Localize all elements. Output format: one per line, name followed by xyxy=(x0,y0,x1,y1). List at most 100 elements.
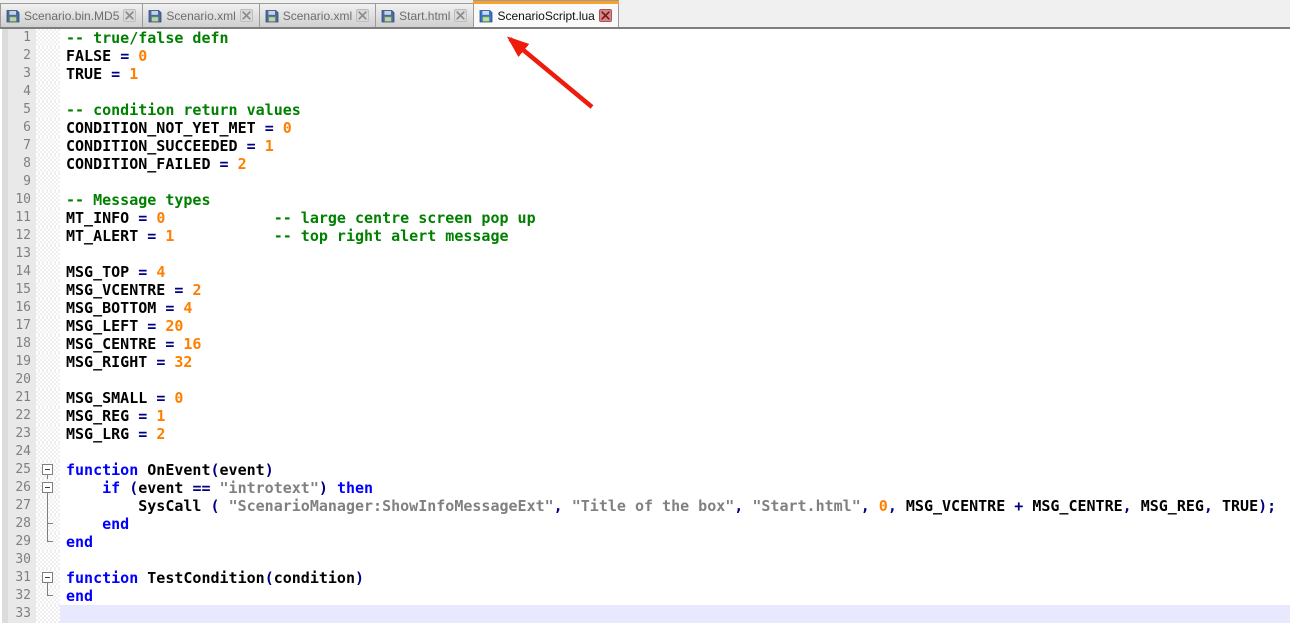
code-text[interactable]: end xyxy=(60,533,1290,551)
fold-margin[interactable] xyxy=(36,587,60,605)
fold-margin[interactable] xyxy=(36,569,60,587)
code-line[interactable]: 18 MSG_CENTRE = 16 xyxy=(0,335,1290,353)
line-number: 29 xyxy=(0,533,36,551)
code-text[interactable]: CONDITION_NOT_YET_MET = 0 xyxy=(60,119,1290,137)
code-text[interactable] xyxy=(60,371,1290,389)
tab-scenario-bin-md5[interactable]: Scenario.bin.MD5 xyxy=(0,3,144,27)
code-line[interactable]: 3 TRUE = 1 xyxy=(0,65,1290,83)
line-number: 24 xyxy=(0,443,36,461)
line-number: 8 xyxy=(0,155,36,173)
code-token-ident: MSG_TOP xyxy=(66,263,139,281)
code-text[interactable]: function OnEvent(event) xyxy=(60,461,1290,479)
close-icon[interactable] xyxy=(598,9,612,22)
code-text[interactable]: MSG_BOTTOM = 4 xyxy=(60,299,1290,317)
tab-bar: Scenario.bin.MD5 Scenario.xml Scenario.x… xyxy=(0,0,1290,29)
fold-margin[interactable] xyxy=(36,497,60,515)
code-text[interactable]: end xyxy=(60,587,1290,605)
code-line[interactable]: 23 MSG_LRG = 2 xyxy=(0,425,1290,443)
code-text[interactable] xyxy=(60,551,1290,569)
code-line[interactable]: 27 SysCall ( "ScenarioManager:ShowInfoMe… xyxy=(0,497,1290,515)
code-line[interactable]: 14 MSG_TOP = 4 xyxy=(0,263,1290,281)
tab-start-html[interactable]: Start.html xyxy=(375,3,475,27)
code-line[interactable]: 6 CONDITION_NOT_YET_MET = 0 xyxy=(0,119,1290,137)
code-line[interactable]: 19 MSG_RIGHT = 32 xyxy=(0,353,1290,371)
code-line[interactable]: 33 xyxy=(0,605,1290,623)
code-token-ident: MT_ALERT xyxy=(66,227,148,245)
code-text[interactable]: MT_ALERT = 1 -- top right alert message xyxy=(60,227,1290,245)
code-line[interactable]: 22 MSG_REG = 1 xyxy=(0,407,1290,425)
code-text[interactable] xyxy=(60,245,1290,263)
code-text[interactable]: -- Message types xyxy=(60,191,1290,209)
close-icon[interactable] xyxy=(356,9,370,22)
code-text[interactable]: MSG_SMALL = 0 xyxy=(60,389,1290,407)
code-text[interactable] xyxy=(60,443,1290,461)
fold-margin xyxy=(36,281,60,299)
code-line[interactable]: 28 end xyxy=(0,515,1290,533)
fold-margin xyxy=(36,47,60,65)
code-line[interactable]: 30 xyxy=(0,551,1290,569)
code-line[interactable]: 25 function OnEvent(event) xyxy=(0,461,1290,479)
code-text[interactable]: FALSE = 0 xyxy=(60,47,1290,65)
code-token-operator: ) xyxy=(318,479,328,497)
code-line[interactable]: 4 xyxy=(0,83,1290,101)
code-text[interactable] xyxy=(60,605,1290,623)
code-line[interactable]: 7 CONDITION_SUCCEEDED = 1 xyxy=(0,137,1290,155)
code-line[interactable]: 26 if (event == "introtext") then xyxy=(0,479,1290,497)
code-text[interactable]: MSG_LRG = 2 xyxy=(60,425,1290,443)
code-line[interactable]: 13 xyxy=(0,245,1290,263)
fold-margin[interactable] xyxy=(36,461,60,479)
code-text[interactable]: MSG_REG = 1 xyxy=(60,407,1290,425)
code-text[interactable]: MT_INFO = 0 -- large centre screen pop u… xyxy=(60,209,1290,227)
code-line[interactable]: 17 MSG_LEFT = 20 xyxy=(0,317,1290,335)
code-line[interactable]: 10 -- Message types xyxy=(0,191,1290,209)
code-line[interactable]: 16 MSG_BOTTOM = 4 xyxy=(0,299,1290,317)
code-text[interactable]: TRUE = 1 xyxy=(60,65,1290,83)
fold-margin[interactable] xyxy=(36,479,60,497)
code-text[interactable]: -- true/false defn xyxy=(60,29,1290,47)
close-icon[interactable] xyxy=(123,9,137,22)
code-text[interactable]: MSG_LEFT = 20 xyxy=(60,317,1290,335)
code-line[interactable]: 29 end xyxy=(0,533,1290,551)
fold-margin[interactable] xyxy=(36,515,60,533)
code-text[interactable]: MSG_TOP = 4 xyxy=(60,263,1290,281)
code-line[interactable]: 24 xyxy=(0,443,1290,461)
fold-margin[interactable] xyxy=(36,533,60,551)
code-line[interactable]: 15 MSG_VCENTRE = 2 xyxy=(0,281,1290,299)
editor-surface[interactable]: 1 -- true/false defn 2 FALSE = 0 3 TRUE … xyxy=(0,29,1290,623)
tab-scenarioscript-lua[interactable]: ScenarioScript.lua xyxy=(473,0,620,27)
close-icon[interactable] xyxy=(454,9,468,22)
code-line[interactable]: 8 CONDITION_FAILED = 2 xyxy=(0,155,1290,173)
code-text[interactable]: function TestCondition(condition) xyxy=(60,569,1290,587)
code-text[interactable]: MSG_VCENTRE = 2 xyxy=(60,281,1290,299)
code-text[interactable] xyxy=(60,83,1290,101)
code-line[interactable]: 31 function TestCondition(condition) xyxy=(0,569,1290,587)
code-token-operator: + xyxy=(1014,497,1033,515)
code-line[interactable]: 12 MT_ALERT = 1 -- top right alert messa… xyxy=(0,227,1290,245)
code-line[interactable]: 2 FALSE = 0 xyxy=(0,47,1290,65)
code-text[interactable]: MSG_RIGHT = 32 xyxy=(60,353,1290,371)
code-text[interactable]: end xyxy=(60,515,1290,533)
line-number: 12 xyxy=(0,227,36,245)
line-number: 22 xyxy=(0,407,36,425)
code-line[interactable]: 5 -- condition return values xyxy=(0,101,1290,119)
fold-open-marker xyxy=(36,569,60,587)
code-line[interactable]: 9 xyxy=(0,173,1290,191)
code-line[interactable]: 11 MT_INFO = 0 -- large centre screen po… xyxy=(0,209,1290,227)
tab-scenario-xml[interactable]: Scenario.xml xyxy=(258,3,377,27)
close-icon[interactable] xyxy=(239,9,253,22)
code-text[interactable]: if (event == "introtext") then xyxy=(60,479,1290,497)
code-line[interactable]: 32 end xyxy=(0,587,1290,605)
code-text[interactable]: MSG_CENTRE = 16 xyxy=(60,335,1290,353)
code-line[interactable]: 21 MSG_SMALL = 0 xyxy=(0,389,1290,407)
saved-floppy-icon xyxy=(381,9,395,23)
code-line[interactable]: 1 -- true/false defn xyxy=(0,29,1290,47)
code-line[interactable]: 20 xyxy=(0,371,1290,389)
tab-scenario-xml[interactable]: Scenario.xml xyxy=(142,3,260,27)
code-text[interactable]: -- condition return values xyxy=(60,101,1290,119)
code-token-operator: = xyxy=(165,335,184,353)
code-text[interactable]: CONDITION_FAILED = 2 xyxy=(60,155,1290,173)
code-text[interactable] xyxy=(60,173,1290,191)
code-text[interactable]: CONDITION_SUCCEEDED = 1 xyxy=(60,137,1290,155)
code-text[interactable]: SysCall ( "ScenarioManager:ShowInfoMessa… xyxy=(60,497,1290,515)
code-token-comment: -- top right alert message xyxy=(273,227,509,245)
